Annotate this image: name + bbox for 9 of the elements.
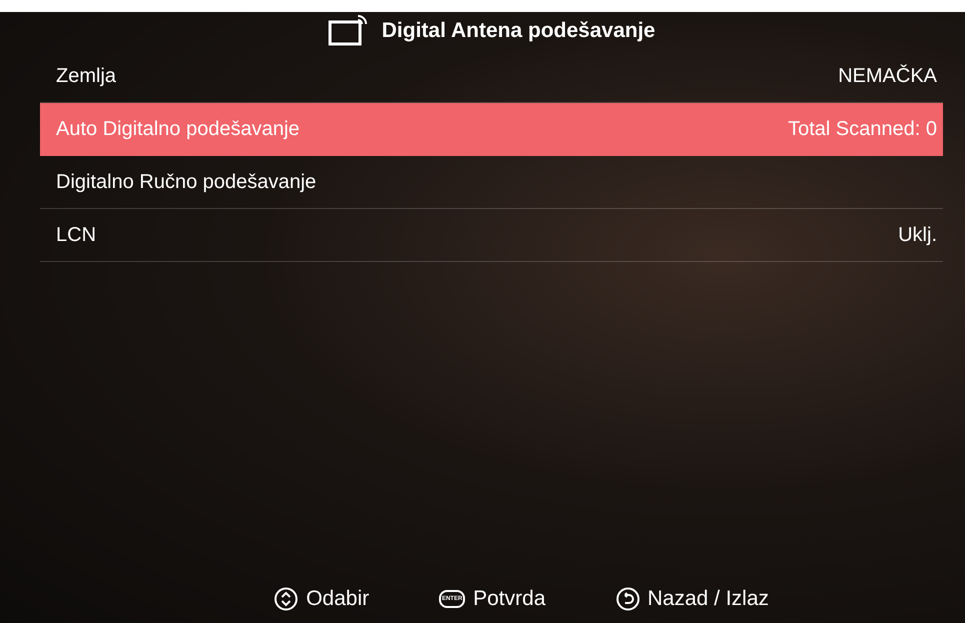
back-icon	[616, 587, 640, 611]
key-hint: Odabir	[306, 587, 370, 611]
menu-item[interactable]: Digitalno Ručno podešavanje	[40, 156, 943, 209]
up-down-icon	[274, 587, 298, 611]
tv-antenna-icon	[328, 14, 368, 48]
menu-item[interactable]: LCN Uklj.	[40, 209, 943, 262]
key-hint: Potvrda	[473, 587, 546, 611]
menu-title: Digital Antena podešavanje	[382, 19, 656, 43]
key-hint: Nazad / Izlaz	[648, 587, 769, 611]
